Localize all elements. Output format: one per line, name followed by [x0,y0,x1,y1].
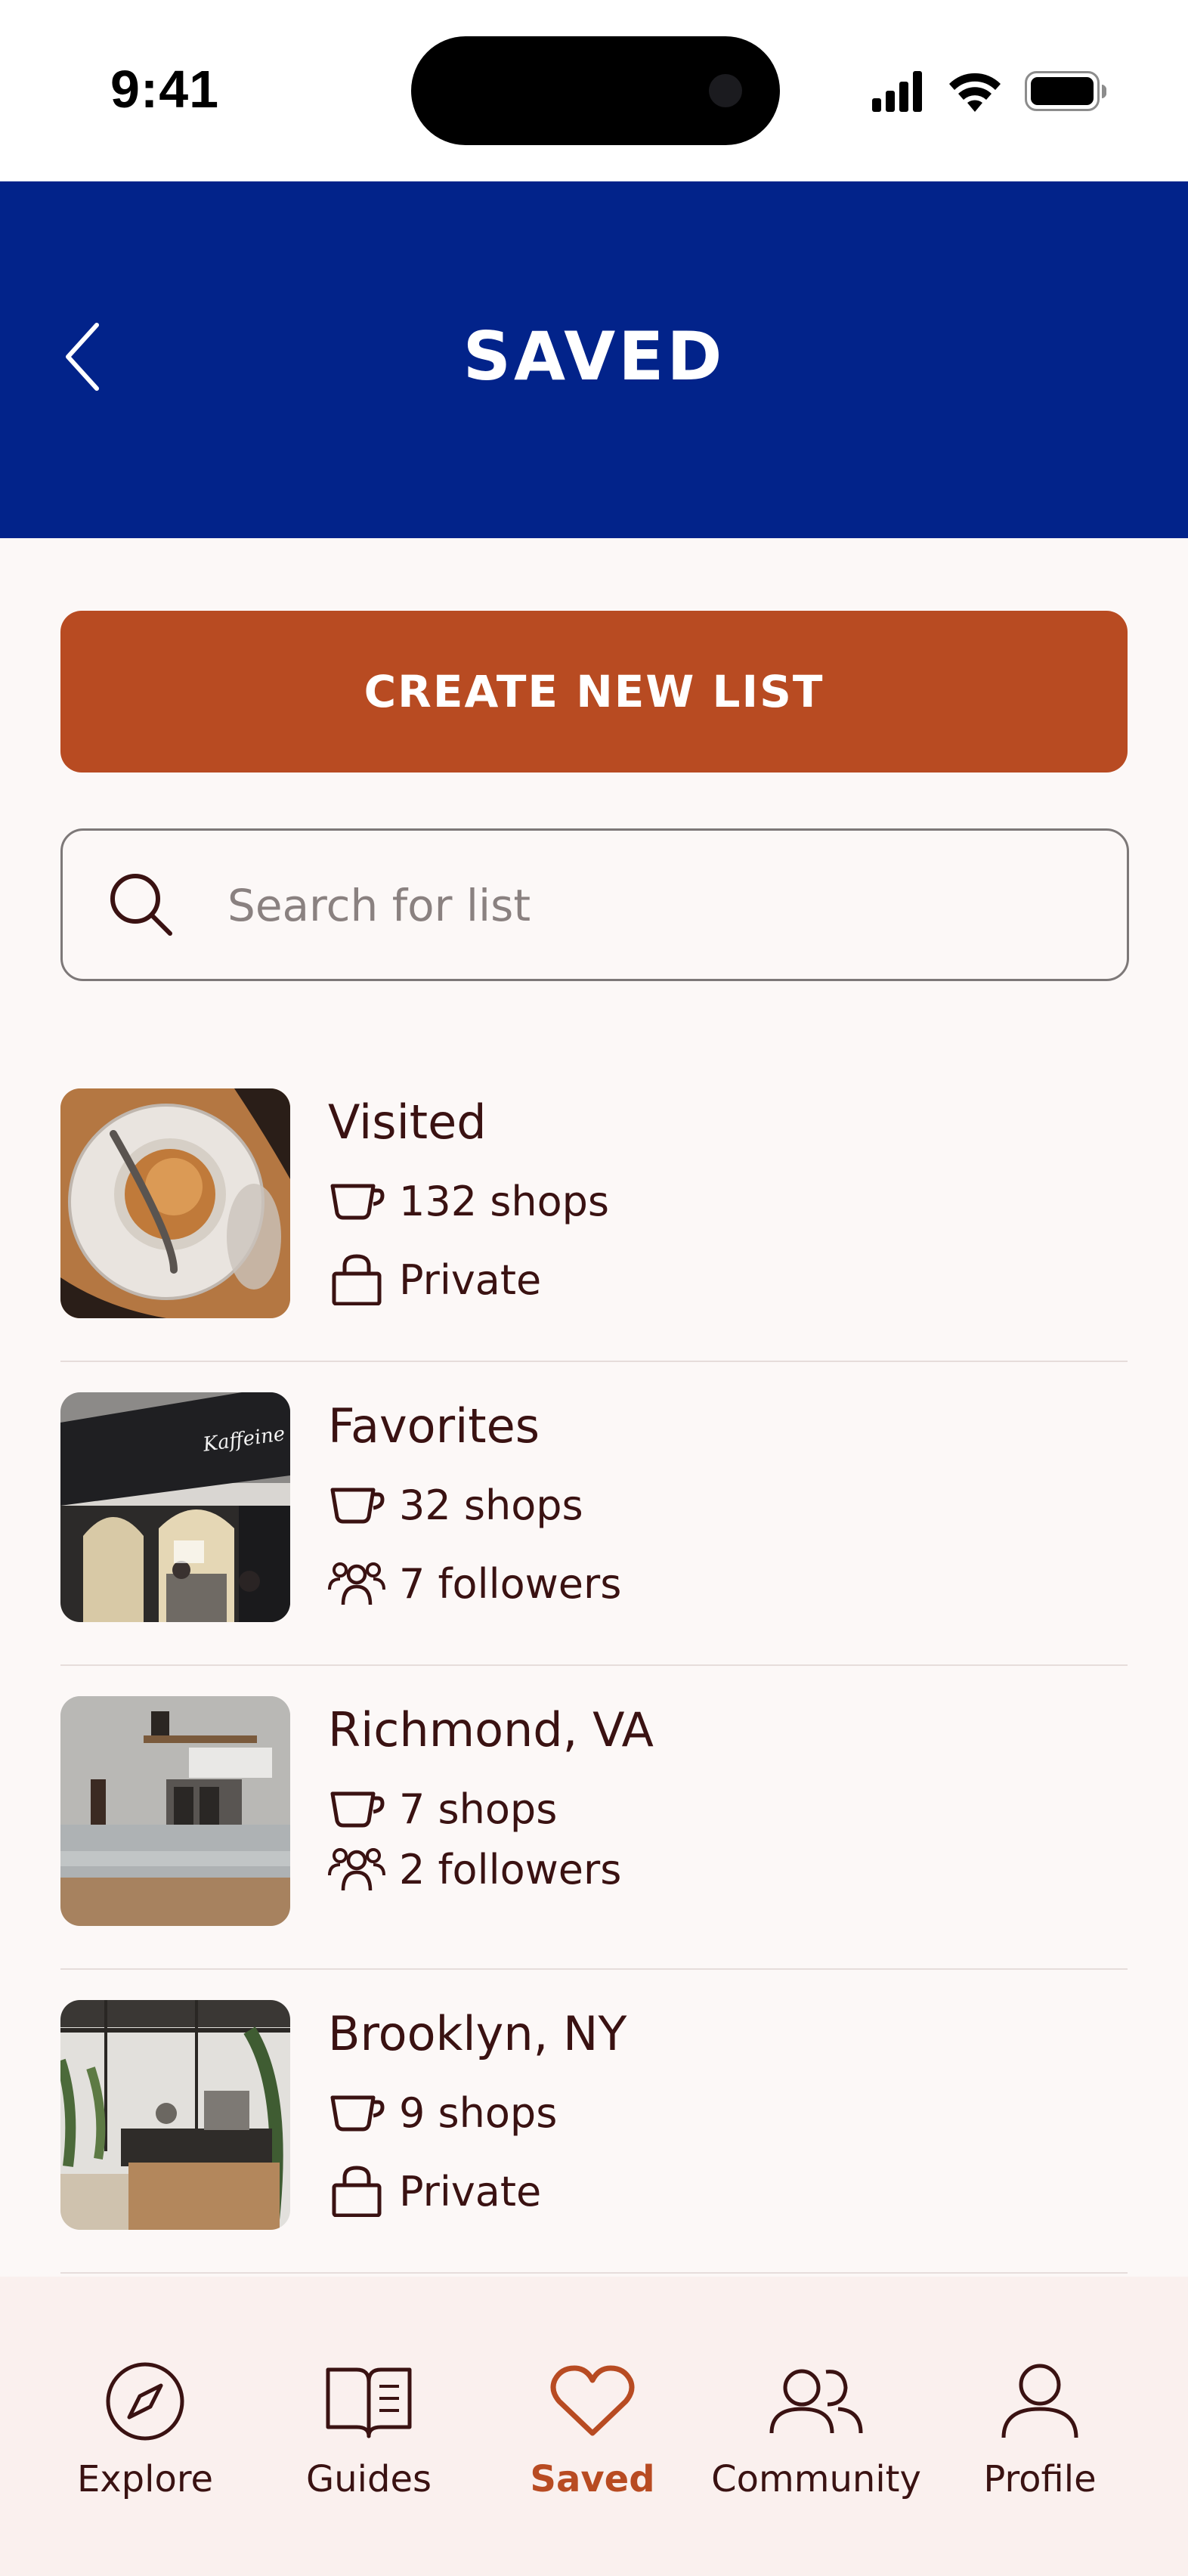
shop-count: 32 shops [328,1478,583,1531]
shop-count: 7 shops [328,1782,557,1835]
list-item[interactable]: Visited 132 shops Private [60,1058,1128,1362]
shop-count-text: 32 shops [399,1481,583,1529]
page-title: SAVED [463,317,725,395]
heart-icon [550,2365,635,2436]
wifi-icon [949,73,1001,112]
nav-item-saved[interactable]: Saved [479,2352,706,2500]
followers-count: 2 followers [328,1843,621,1896]
shop-count: 9 shops [328,2086,557,2139]
nav-label: Guides [306,2458,432,2500]
shop-count-text: 9 shops [399,2088,558,2137]
list-item[interactable]: Brooklyn, NY 9 shops Private [60,1970,1128,2274]
status-icons [872,71,1106,112]
shop-count-text: 132 shops [399,1177,610,1225]
lock-icon [328,1254,385,1305]
header-bar: SAVED [0,181,1188,538]
battery-icon [1025,71,1106,111]
followers-text: 7 followers [399,1559,622,1608]
list-item[interactable]: Richmond, VA 7 shops 2 followers [60,1666,1128,1970]
profile-icon [1001,2364,1078,2438]
cup-icon [328,1176,385,1226]
privacy-text: Private [399,2167,542,2215]
list-name: Visited [328,1094,487,1150]
nav-label: Saved [530,2458,655,2500]
list-name: Favorites [328,1398,540,1454]
search-box [60,828,1129,981]
nav-label: Profile [983,2458,1097,2500]
status-time: 9:41 [110,60,220,119]
search-icon [110,874,172,936]
compass-icon [106,2362,184,2441]
followers-count: 7 followers [328,1557,621,1610]
nav-label: Community [711,2458,921,2500]
saved-screen: 9:41 SAVED CREATE NEW LIST Search for li… [0,0,1188,2576]
followers-icon [328,1844,385,1894]
community-icon [769,2369,863,2434]
list-thumbnail [60,2000,290,2230]
nav-label: Explore [76,2458,214,2500]
privacy-status: Private [328,2165,541,2218]
book-icon [326,2367,412,2438]
list-thumbnail [60,1696,290,1926]
search-input[interactable] [226,861,1060,950]
shop-count: 132 shops [328,1175,609,1228]
saved-lists: Visited 132 shops Private Kaffeine Favor… [60,1058,1128,2274]
create-new-list-button[interactable]: CREATE NEW LIST [60,611,1128,772]
followers-text: 2 followers [399,1845,622,1893]
privacy-status: Private [328,1253,541,1306]
privacy-text: Private [399,1255,542,1304]
nav-item-community[interactable]: Community [703,2352,930,2500]
cup-icon [328,1784,385,1834]
nav-item-explore[interactable]: Explore [32,2352,258,2500]
list-name: Richmond, VA [328,1702,654,1757]
cup-icon [328,1480,385,1530]
dynamic-island [411,36,780,145]
list-name: Brooklyn, NY [328,2006,627,2061]
nav-item-guides[interactable]: Guides [255,2352,482,2500]
lock-icon [328,2166,385,2217]
list-thumbnail [60,1088,290,1318]
followers-icon [328,1559,385,1608]
signal-icon [872,71,922,112]
status-bar: 9:41 [0,0,1188,181]
cup-icon [328,2088,385,2138]
shop-count-text: 7 shops [399,1785,558,1833]
nav-item-profile[interactable]: Profile [927,2352,1153,2500]
bottom-nav: Explore Guides Saved Community Profile [0,2277,1188,2576]
list-item[interactable]: Kaffeine Favorites 32 shops 7 followers [60,1362,1128,1666]
list-thumbnail: Kaffeine [60,1392,290,1622]
